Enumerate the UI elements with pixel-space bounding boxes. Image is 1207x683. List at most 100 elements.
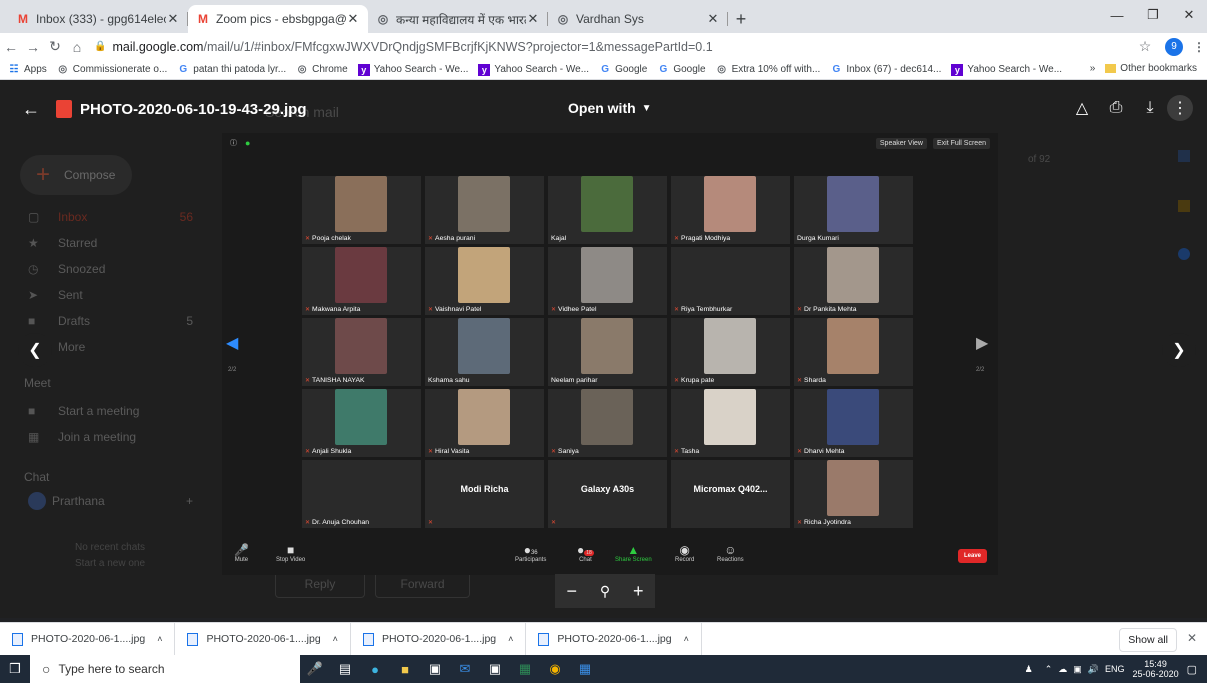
share-screen-icon: ▲	[627, 543, 640, 557]
close-icon[interactable]: ✕	[1171, 0, 1207, 30]
bookmark-label: Commissionerate o...	[72, 64, 168, 75]
participant-name: Richa Jyotindra	[804, 519, 851, 526]
print-icon[interactable]: ⎙	[1099, 94, 1133, 122]
sidebar-item-snoozed: ◷ Snoozed	[28, 262, 193, 276]
more-options-icon[interactable]: ⋮	[1167, 95, 1193, 121]
image-file-icon	[12, 632, 23, 646]
zoom-in-icon[interactable]: +	[633, 581, 644, 602]
download-item[interactable]: PHOTO-2020-06-1....jpg ˄	[351, 622, 527, 656]
participant-video	[827, 389, 879, 445]
star-icon[interactable]: ☆	[1133, 38, 1157, 55]
network-icon[interactable]: ▣	[1073, 664, 1082, 675]
restore-icon[interactable]: ❐	[1135, 0, 1171, 30]
gmail-icon: M	[198, 12, 208, 26]
participant-tile: Durga Kumari	[794, 176, 913, 244]
mail-icon[interactable]: ✉	[450, 655, 480, 683]
tab-3[interactable]: ◎ Vardhan Sys ✕	[548, 5, 728, 33]
zoom-out-icon[interactable]: −	[566, 581, 577, 602]
windows-start-icon[interactable]: ❒	[0, 661, 30, 677]
globe-icon: ◎	[557, 12, 569, 26]
back-arrow-icon[interactable]: ←	[22, 99, 42, 120]
bookmark-item[interactable]: ◎ Commissionerate o...	[57, 64, 167, 76]
other-bookmarks[interactable]: Other bookmarks	[1120, 63, 1197, 74]
new-tab-icon[interactable]: +	[728, 5, 754, 33]
open-with-button[interactable]: Open with ▼	[560, 94, 660, 122]
chrome-icon[interactable]: ◉	[540, 655, 570, 683]
forward-icon[interactable]: →	[22, 39, 44, 55]
bookmark-item[interactable]: ☷ Apps	[8, 64, 47, 76]
sidebar-item-inbox: ▢ Inbox 56	[28, 210, 193, 224]
info-icon: ⓘ	[230, 140, 237, 147]
download-item[interactable]: PHOTO-2020-06-1....jpg ˄	[526, 622, 702, 656]
participant-name: TANISHA NAYAK	[312, 377, 365, 384]
tab-close-icon[interactable]: ✕	[166, 11, 180, 27]
bookmark-item[interactable]: G Google	[657, 64, 705, 76]
profile-avatar[interactable]: 9	[1165, 37, 1183, 56]
bookmark-item[interactable]: ◎ Chrome	[296, 64, 348, 76]
tab-close-icon[interactable]: ✕	[526, 11, 540, 27]
chevron-up-icon[interactable]: ˄	[333, 634, 338, 644]
download-item[interactable]: PHOTO-2020-06-1....jpg ˄	[175, 622, 351, 656]
mute-control: 🎤 Mute	[234, 543, 249, 563]
close-icon[interactable]: ✕	[1187, 631, 1197, 645]
people-icon[interactable]: ♟	[1025, 664, 1033, 675]
tab-0[interactable]: M Inbox (333) - gpg614elect@gma✕	[8, 5, 188, 33]
minimize-icon[interactable]: —	[1099, 0, 1135, 30]
record-control: ◉ Record	[675, 543, 694, 563]
back-icon[interactable]: ←	[0, 39, 22, 55]
participant-video	[335, 247, 387, 303]
bookmark-item[interactable]: Gpatan thi patoda lyr...	[177, 64, 286, 76]
network-app-icon[interactable]: ▣	[480, 655, 510, 683]
clock[interactable]: 15:49 25-06-2020	[1133, 659, 1179, 679]
bookmark-item[interactable]: y Yahoo Search - We...	[357, 63, 468, 76]
bookmark-item[interactable]: G Inbox (67) - dec614...	[830, 64, 941, 76]
notification-icon[interactable]: ▢	[1187, 663, 1197, 676]
volume-icon[interactable]: 🔊	[1088, 664, 1099, 675]
chevron-up-icon[interactable]: ˄	[508, 634, 513, 644]
download-item[interactable]: PHOTO-2020-06-1....jpg ˄	[0, 622, 176, 656]
task-view-icon[interactable]: ▤	[330, 655, 360, 683]
chevron-up-icon[interactable]: ˄	[157, 634, 162, 644]
tab-2[interactable]: ◎ कन्या महाविद्यालय में एक भारत श्रेष्ठ भ…	[368, 5, 548, 33]
tab-1[interactable]: M Zoom pics - ebsbgpga@gmail.co✕	[188, 5, 368, 33]
bookmark-item[interactable]: ◎ Extra 10% off with...	[716, 64, 820, 76]
microphone-icon[interactable]: 🎤	[300, 655, 330, 683]
participant-tile: Micromax Q402...	[671, 460, 790, 528]
share-screen-label: Share Screen	[615, 557, 652, 563]
chrome-menu-icon[interactable]: ⋮	[1191, 40, 1207, 54]
gmail-pager: of 92	[1028, 154, 1051, 165]
language-indicator[interactable]: ENG	[1105, 664, 1125, 674]
bookmark-item[interactable]: y Yahoo Search - We...	[478, 63, 589, 76]
home-icon[interactable]: ⌂	[66, 39, 88, 55]
app-icon[interactable]: ▦	[570, 655, 600, 683]
chat-label: Chat	[579, 557, 592, 563]
tab-title: Inbox (333) - gpg614elect@gma	[36, 12, 166, 26]
bookmark-item[interactable]: y Yahoo Search - We...	[951, 63, 1062, 76]
chevron-up-icon[interactable]: ˄	[684, 634, 689, 644]
previous-attachment-button[interactable]: ❮	[18, 333, 52, 367]
cloud-icon[interactable]: ☁	[1058, 664, 1067, 675]
participant-name-label: ✕ Vidhee Patel	[551, 306, 596, 313]
participant-name-label: ✕ Pragati Modhiya	[674, 235, 730, 242]
store-icon[interactable]: ▣	[420, 655, 450, 683]
show-all-button[interactable]: Show all	[1119, 628, 1177, 652]
excel-icon[interactable]: ▦	[510, 655, 540, 683]
file-explorer-icon[interactable]: ■	[390, 655, 420, 683]
magnifier-icon[interactable]: ⚲	[600, 583, 610, 600]
zoom-toolbar: 🎤 Mute ■ Stop Video ●36 Participants ● 18 Cha…	[222, 537, 998, 575]
bookmark-item[interactable]: G Google	[599, 64, 647, 76]
tab-close-icon[interactable]: ✕	[706, 11, 720, 27]
taskbar-search[interactable]: ○ Type here to search	[30, 655, 300, 683]
add-to-drive-icon[interactable]: △	[1065, 94, 1099, 122]
reload-icon[interactable]: ↻	[44, 38, 66, 55]
chevron-up-icon[interactable]: ⌃	[1045, 664, 1053, 675]
bookmarks-overflow-icon[interactable]: »	[1090, 63, 1096, 74]
url-field[interactable]: 🔒 mail.google.com/mail/u/1/#inbox/FMfcgx…	[94, 40, 1123, 54]
sidebar-item-count: 5	[186, 314, 193, 328]
edge-icon[interactable]: ●	[360, 655, 390, 683]
download-icon[interactable]: ⤓	[1133, 94, 1167, 122]
tab-close-icon[interactable]: ✕	[346, 11, 360, 27]
tab-title: कन्या महाविद्यालय में एक भारत श्रेष्ठ भ	[396, 12, 526, 27]
next-attachment-button[interactable]: ❯	[1162, 333, 1196, 367]
download-filename: PHOTO-2020-06-1....jpg	[557, 633, 672, 645]
